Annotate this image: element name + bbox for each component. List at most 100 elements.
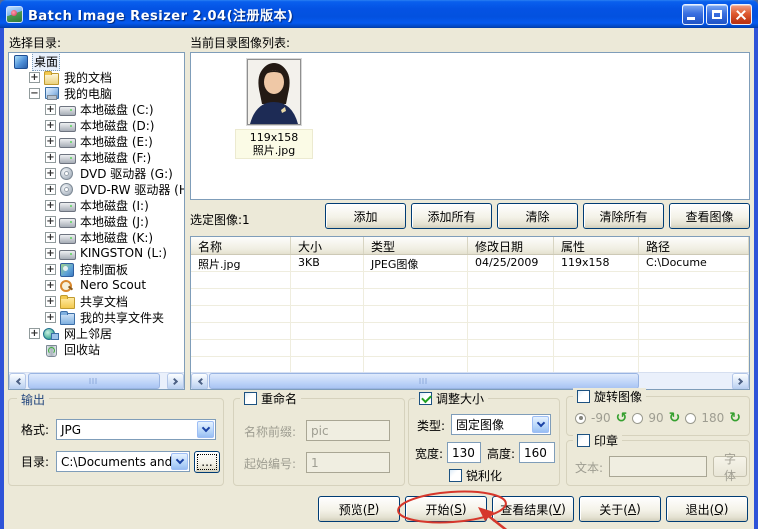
tree-item[interactable]: +Nero Scout: [9, 277, 184, 293]
local-disk-icon: [59, 215, 75, 228]
expand-toggle-icon[interactable]: +: [45, 296, 56, 307]
tree-item[interactable]: +共享文档: [9, 293, 184, 309]
rotate-radio-180[interactable]: [685, 413, 696, 424]
dialog-button[interactable]: 预览(P): [318, 496, 400, 522]
format-combobox[interactable]: JPG: [56, 419, 216, 440]
scroll-right-button[interactable]: [167, 373, 184, 390]
expand-toggle-icon[interactable]: +: [45, 312, 56, 323]
tree-item[interactable]: +控制面板: [9, 261, 184, 277]
resize-checkbox[interactable]: [419, 392, 432, 405]
tree-horizontal-scrollbar[interactable]: [9, 372, 184, 389]
dropdown-button[interactable]: [197, 421, 214, 438]
tree-item[interactable]: +我的共享文件夹: [9, 309, 184, 325]
expand-toggle-icon[interactable]: +: [45, 104, 56, 115]
rotate-radio--90[interactable]: [575, 413, 586, 424]
tree-item[interactable]: 回收站: [9, 341, 184, 357]
tree-item-label: 本地磁盘 (J:): [78, 213, 151, 230]
expand-toggle-icon[interactable]: +: [45, 152, 56, 163]
column-header[interactable]: 大小: [291, 237, 364, 254]
table-empty-row: [191, 323, 749, 340]
dropdown-button[interactable]: [532, 416, 549, 433]
table-cell: 照片.jpg: [191, 255, 291, 272]
my-computer-icon: [43, 87, 59, 100]
scroll-left-button[interactable]: [9, 373, 26, 390]
expand-toggle-icon[interactable]: +: [45, 264, 56, 275]
width-input[interactable]: 130: [447, 442, 481, 463]
expand-toggle-icon[interactable]: +: [45, 216, 56, 227]
tree-item[interactable]: +KINGSTON (L:): [9, 245, 184, 261]
height-input[interactable]: 160: [519, 442, 555, 463]
action-button[interactable]: 添加所有: [411, 203, 492, 229]
tree-item[interactable]: +本地磁盘 (E:): [9, 133, 184, 149]
rename-group: 重命名 名称前缀: pic 起始编号: 1: [233, 398, 405, 486]
expand-toggle-icon[interactable]: −: [29, 88, 40, 99]
tree-item[interactable]: + 本地磁盘 (J:): [9, 213, 184, 229]
tree-item[interactable]: +我的文档: [9, 69, 184, 85]
start-button[interactable]: 开始(S): [405, 496, 487, 522]
expand-toggle-icon[interactable]: +: [29, 328, 40, 339]
tree-item[interactable]: +DVD-RW 驱动器 (H:): [9, 181, 184, 197]
tree-item[interactable]: +网上邻居: [9, 325, 184, 341]
dialog-button[interactable]: 查看结果(V): [492, 496, 574, 522]
rotate-arrow-icon: ↻: [669, 412, 681, 424]
scroll-right-button[interactable]: [732, 373, 749, 390]
tree-item[interactable]: +本地磁盘 (I:): [9, 197, 184, 213]
scrollbar-thumb[interactable]: [28, 373, 160, 389]
rotate-checkbox[interactable]: [577, 390, 590, 403]
minimize-button[interactable]: [682, 4, 704, 25]
resize-type-combobox[interactable]: 固定图像: [451, 414, 551, 435]
expand-toggle-icon[interactable]: +: [45, 248, 56, 259]
local-disk-icon: [59, 135, 75, 148]
tree-item[interactable]: +本地磁盘 (C:): [9, 101, 184, 117]
dialog-button[interactable]: 关于(A): [579, 496, 661, 522]
maximize-button[interactable]: [706, 4, 728, 25]
table-empty-row: [191, 306, 749, 323]
action-button[interactable]: 查看图像: [669, 203, 750, 229]
expand-toggle-icon[interactable]: +: [45, 120, 56, 131]
rename-checkbox[interactable]: [244, 392, 257, 405]
scrollbar-thumb[interactable]: [209, 373, 639, 389]
table-horizontal-scrollbar[interactable]: [191, 372, 749, 389]
stamp-checkbox[interactable]: [577, 434, 590, 447]
start-number-input[interactable]: 1: [306, 452, 390, 473]
action-button[interactable]: 添加: [325, 203, 406, 229]
tree-item[interactable]: +本地磁盘 (F:): [9, 149, 184, 165]
expand-toggle-icon[interactable]: +: [45, 200, 56, 211]
font-button[interactable]: 字体: [713, 456, 747, 477]
tree-item[interactable]: 桌面: [9, 53, 184, 69]
expand-toggle-icon[interactable]: +: [45, 184, 56, 195]
tree-item[interactable]: +DVD 驱动器 (G:): [9, 165, 184, 181]
table-cell: JPEG图像: [364, 255, 468, 272]
close-button[interactable]: [730, 4, 752, 25]
expand-toggle-icon[interactable]: +: [45, 280, 56, 291]
action-button[interactable]: 清除: [497, 203, 578, 229]
thumbnail-item[interactable]: 119x158 照片.jpg: [235, 59, 313, 159]
expand-toggle-icon[interactable]: +: [45, 136, 56, 147]
action-button[interactable]: 清除所有: [583, 203, 664, 229]
prefix-input[interactable]: pic: [306, 420, 390, 441]
expand-toggle-icon[interactable]: +: [29, 72, 40, 83]
tree-item[interactable]: +本地磁盘 (K:): [9, 229, 184, 245]
dialog-button[interactable]: 退出(Q): [666, 496, 748, 522]
expand-toggle-icon[interactable]: +: [45, 232, 56, 243]
directory-combobox[interactable]: C:\Documents and S: [56, 451, 190, 472]
scroll-left-button[interactable]: [191, 373, 208, 390]
output-group-title: 输出: [17, 391, 49, 408]
column-header[interactable]: 属性: [554, 237, 639, 254]
dropdown-button[interactable]: [171, 453, 188, 470]
column-header[interactable]: 路径: [639, 237, 749, 254]
resize-type-value: 固定图像: [452, 416, 532, 433]
sharpen-checkbox[interactable]: [449, 469, 462, 482]
rotate-radio-90[interactable]: [632, 413, 643, 424]
column-header[interactable]: 名称: [191, 237, 291, 254]
column-header[interactable]: 类型: [364, 237, 468, 254]
column-header[interactable]: 修改日期: [468, 237, 554, 254]
expand-toggle-icon[interactable]: +: [45, 168, 56, 179]
table-row[interactable]: 照片.jpg3KBJPEG图像04/25/2009119x158C:\Docum…: [191, 255, 749, 272]
app-icon: [6, 6, 23, 23]
stamp-text-input[interactable]: [609, 456, 707, 477]
table-cell: 119x158: [554, 255, 639, 272]
browse-button[interactable]: ...: [194, 451, 220, 473]
tree-item[interactable]: +本地磁盘 (D:): [9, 117, 184, 133]
tree-item[interactable]: −我的电脑: [9, 85, 184, 101]
